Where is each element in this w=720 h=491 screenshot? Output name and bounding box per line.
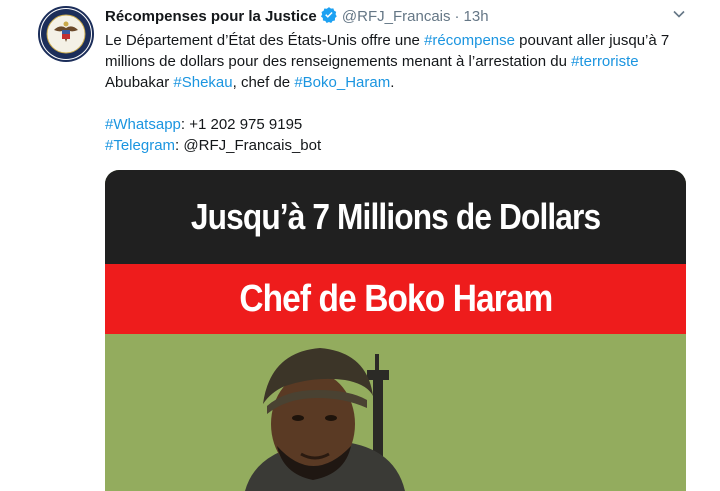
- hashtag-boko-haram[interactable]: #Boko_Haram: [294, 74, 390, 91]
- tweet-text: Le Département d’État des États-Unis off…: [105, 30, 690, 156]
- separator-dot: ·: [454, 8, 460, 25]
- telegram-handle: : @RFJ_Francais_bot: [175, 137, 322, 154]
- tweet-time[interactable]: 13h: [464, 8, 489, 25]
- hashtag-telegram[interactable]: #Telegram: [105, 137, 175, 154]
- tweet-text-segment: .: [390, 74, 395, 91]
- whatsapp-number: : +1 202 975 9195: [180, 116, 303, 133]
- avatar[interactable]: [38, 6, 94, 62]
- banner-reward-text: Jusqu’à 7 Millions de Dollars: [190, 196, 601, 237]
- banner-reward: Jusqu’à 7 Millions de Dollars: [105, 170, 686, 264]
- banner-title-text: Chef de Boko Haram: [238, 277, 553, 320]
- tweet-paragraph: Le Département d’État des États-Unis off…: [105, 30, 690, 93]
- chevron-down-icon[interactable]: [672, 7, 686, 21]
- state-department-seal-icon: [41, 9, 91, 59]
- tweet-media-image[interactable]: Jusqu’à 7 Millions de Dollars Chef de Bo…: [105, 170, 686, 491]
- account-name[interactable]: Récompenses pour la Justice: [105, 8, 317, 25]
- hashtag-shekau[interactable]: #Shekau: [173, 74, 232, 91]
- hashtag-terroriste[interactable]: #terroriste: [571, 53, 639, 70]
- banner-title: Chef de Boko Haram: [105, 264, 686, 334]
- tweet-header: Récompenses pour la Justice @RFJ_Francai…: [105, 6, 489, 30]
- hashtag-whatsapp[interactable]: #Whatsapp: [105, 116, 181, 133]
- tweet-text-segment: , chef de: [232, 74, 295, 91]
- account-handle[interactable]: @RFJ_Francais: [342, 8, 451, 25]
- portrait-photo: [105, 334, 686, 491]
- tweet-text-segment: Abubakar: [105, 74, 174, 91]
- verified-badge-icon: [320, 6, 338, 30]
- tweet-contacts: #Whatsapp: +1 202 975 9195 #Telegram: @RF…: [105, 114, 690, 156]
- hashtag-recompense[interactable]: #récompense: [424, 32, 515, 49]
- tweet-text-segment: Le Département d’État des États-Unis off…: [105, 32, 425, 49]
